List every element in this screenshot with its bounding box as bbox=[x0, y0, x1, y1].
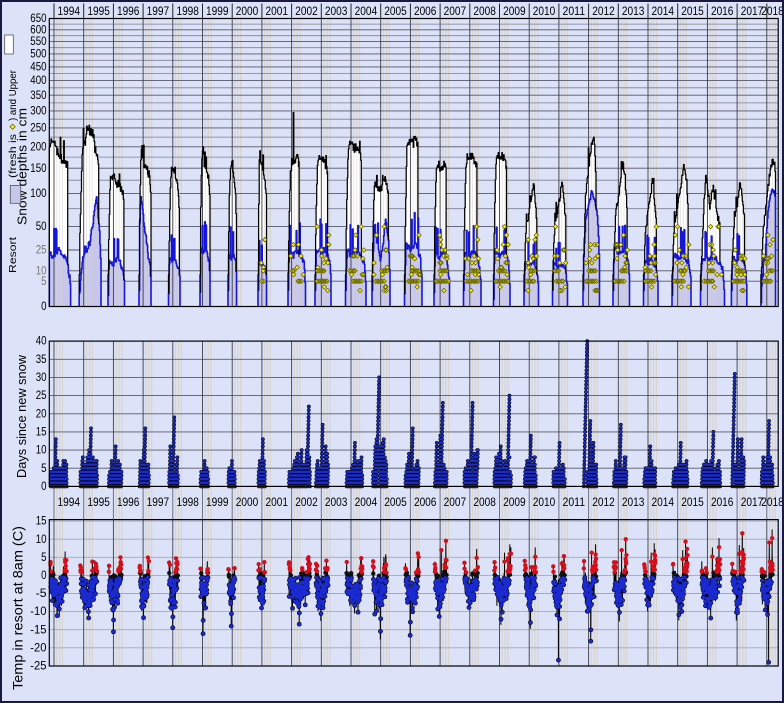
svg-text:1997: 1997 bbox=[147, 495, 170, 509]
svg-text:2017: 2017 bbox=[741, 495, 764, 509]
svg-text:2013: 2013 bbox=[622, 4, 645, 18]
svg-text:2008: 2008 bbox=[473, 495, 496, 509]
svg-text:2008: 2008 bbox=[473, 4, 496, 18]
svg-text:5: 5 bbox=[41, 552, 46, 564]
svg-text:2005: 2005 bbox=[384, 4, 407, 18]
svg-text:450: 450 bbox=[30, 62, 46, 74]
svg-text:2004: 2004 bbox=[355, 495, 378, 509]
svg-text:1999: 1999 bbox=[206, 495, 229, 509]
svg-text:2010: 2010 bbox=[533, 495, 556, 509]
svg-text:500: 500 bbox=[30, 49, 46, 61]
svg-text:300: 300 bbox=[30, 106, 46, 118]
svg-text:10: 10 bbox=[36, 265, 47, 277]
svg-text:2011: 2011 bbox=[563, 4, 586, 18]
svg-text:0: 0 bbox=[41, 570, 46, 582]
svg-text:2003: 2003 bbox=[325, 495, 348, 509]
svg-text:2000: 2000 bbox=[236, 4, 259, 18]
svg-text:2018: 2018 bbox=[761, 495, 784, 509]
svg-text:250: 250 bbox=[30, 123, 46, 135]
svg-text:50: 50 bbox=[36, 221, 47, 233]
svg-text:2010: 2010 bbox=[533, 4, 556, 18]
svg-text:2006: 2006 bbox=[414, 4, 437, 18]
svg-text:150: 150 bbox=[30, 163, 46, 175]
svg-text:0: 0 bbox=[41, 481, 46, 493]
svg-text:100: 100 bbox=[30, 188, 46, 200]
svg-text:1997: 1997 bbox=[147, 4, 170, 18]
svg-text:1999: 1999 bbox=[206, 4, 229, 18]
svg-text:2015: 2015 bbox=[681, 4, 704, 18]
svg-text:1996: 1996 bbox=[117, 4, 140, 18]
svg-text:Temp in resort at 8am (C): Temp in resort at 8am (C) bbox=[11, 526, 26, 690]
svg-text:-15: -15 bbox=[30, 624, 46, 636]
svg-text:400: 400 bbox=[30, 75, 46, 87]
svg-text:2007: 2007 bbox=[444, 495, 467, 509]
svg-text:0: 0 bbox=[41, 301, 46, 313]
svg-text:10: 10 bbox=[36, 534, 47, 546]
svg-text:-5: -5 bbox=[36, 588, 47, 600]
svg-text:35: 35 bbox=[36, 354, 47, 366]
svg-text:2002: 2002 bbox=[295, 4, 318, 18]
svg-text:2009: 2009 bbox=[503, 4, 526, 18]
svg-text:2017: 2017 bbox=[741, 4, 764, 18]
svg-text:2006: 2006 bbox=[414, 495, 437, 509]
svg-text:2012: 2012 bbox=[592, 495, 615, 509]
svg-text:2016: 2016 bbox=[711, 495, 734, 509]
svg-text:2002: 2002 bbox=[295, 495, 318, 509]
svg-text:2001: 2001 bbox=[266, 4, 289, 18]
svg-text:2009: 2009 bbox=[503, 495, 526, 509]
svg-text:Snow depths in cm: Snow depths in cm bbox=[15, 108, 30, 225]
svg-text:10: 10 bbox=[36, 445, 47, 457]
svg-text:1995: 1995 bbox=[87, 4, 110, 18]
svg-text:650: 650 bbox=[30, 13, 46, 25]
svg-text:2014: 2014 bbox=[652, 495, 675, 509]
svg-text:25: 25 bbox=[36, 390, 47, 402]
svg-text:30: 30 bbox=[36, 372, 47, 384]
svg-text:-20: -20 bbox=[30, 642, 46, 654]
svg-text:5: 5 bbox=[41, 463, 46, 475]
svg-text:200: 200 bbox=[30, 141, 46, 153]
svg-text:2001: 2001 bbox=[266, 495, 289, 509]
svg-text:2005: 2005 bbox=[384, 495, 407, 509]
svg-text:1995: 1995 bbox=[87, 495, 110, 509]
svg-text:2013: 2013 bbox=[622, 495, 645, 509]
svg-text:-25: -25 bbox=[30, 661, 46, 673]
svg-text:2015: 2015 bbox=[681, 495, 704, 509]
svg-text:2018: 2018 bbox=[761, 4, 784, 18]
svg-text:1998: 1998 bbox=[176, 4, 199, 18]
svg-text:15: 15 bbox=[36, 516, 47, 528]
svg-text:25: 25 bbox=[36, 245, 47, 257]
svg-text:2012: 2012 bbox=[592, 4, 615, 18]
svg-text:2000: 2000 bbox=[236, 495, 259, 509]
svg-text:5: 5 bbox=[41, 276, 46, 288]
svg-text:40: 40 bbox=[36, 336, 47, 348]
svg-text:2007: 2007 bbox=[444, 4, 467, 18]
svg-text:1994: 1994 bbox=[58, 495, 81, 509]
svg-text:350: 350 bbox=[30, 90, 46, 102]
svg-text:2003: 2003 bbox=[325, 4, 348, 18]
svg-text:2004: 2004 bbox=[355, 4, 378, 18]
svg-text:2016: 2016 bbox=[711, 4, 734, 18]
svg-text:2011: 2011 bbox=[563, 495, 586, 509]
svg-text:20: 20 bbox=[36, 408, 47, 420]
svg-text:15: 15 bbox=[36, 427, 47, 439]
svg-text:1996: 1996 bbox=[117, 495, 140, 509]
svg-text:1994: 1994 bbox=[58, 4, 81, 18]
svg-text:-10: -10 bbox=[30, 606, 46, 618]
svg-text:550: 550 bbox=[30, 36, 46, 48]
svg-text:1998: 1998 bbox=[176, 495, 199, 509]
svg-text:Days since new snow: Days since new snow bbox=[14, 354, 29, 478]
svg-text:600: 600 bbox=[30, 24, 46, 36]
svg-text:Resort: Resort bbox=[7, 237, 19, 273]
svg-text:2014: 2014 bbox=[652, 4, 675, 18]
